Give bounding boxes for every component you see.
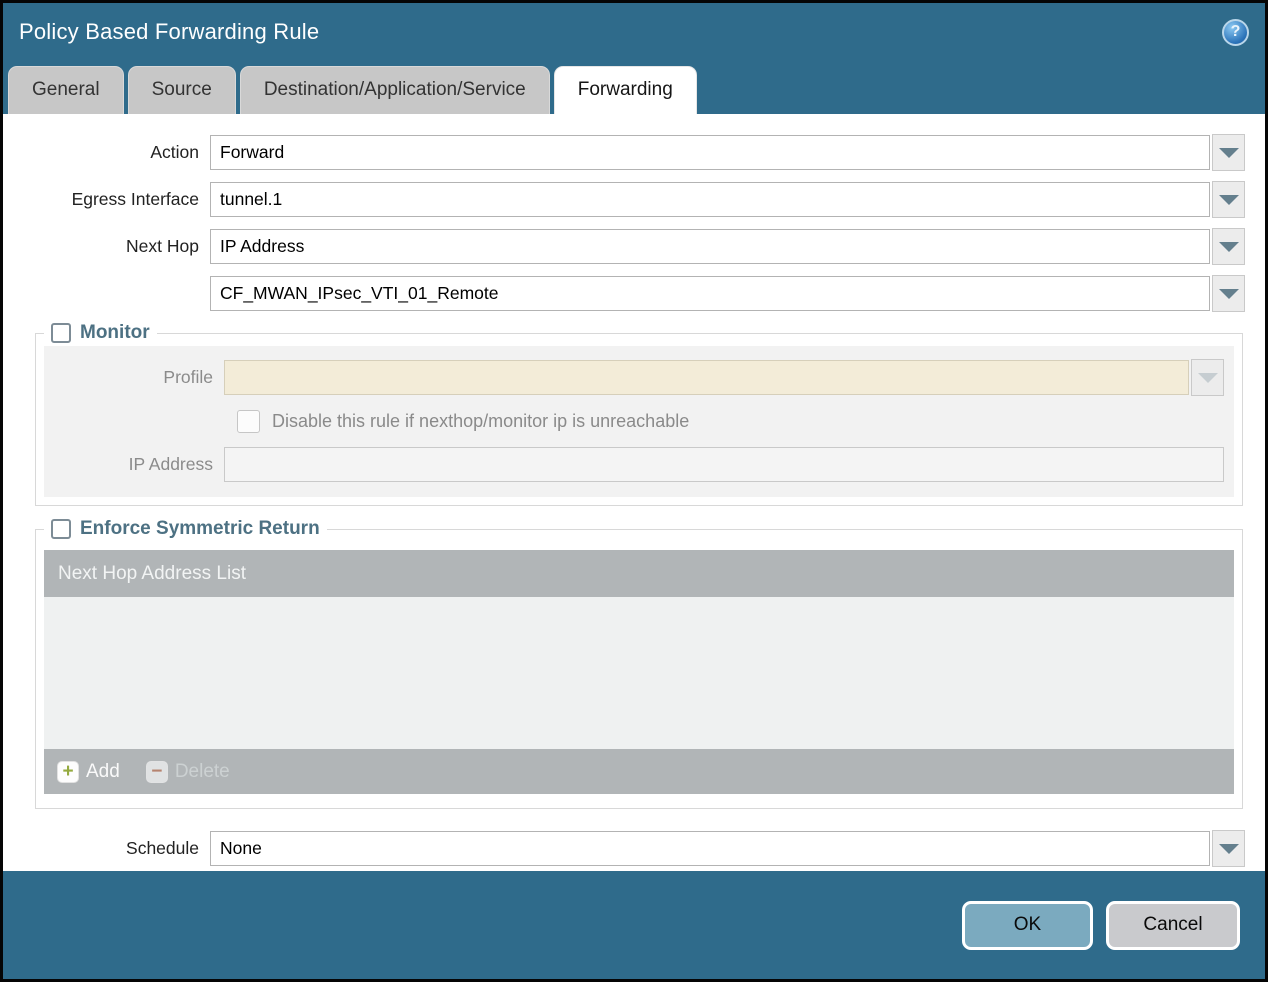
cancel-button[interactable]: Cancel xyxy=(1106,900,1240,950)
ok-button[interactable]: OK xyxy=(962,900,1093,950)
schedule-label: Schedule xyxy=(126,838,199,858)
monitor-profile-select xyxy=(224,360,1189,395)
next-hop-address-fieldwrap xyxy=(210,275,1245,312)
next-hop-address-list-toolbar: + Add − Delete xyxy=(44,749,1234,794)
tab-forwarding[interactable]: Forwarding xyxy=(553,66,697,114)
enforce-symmetric-return-legend: Enforce Symmetric Return xyxy=(44,518,327,540)
next-hop-address-list-table: Next Hop Address List + Add − Delete xyxy=(44,550,1234,794)
tab-general[interactable]: General xyxy=(8,66,124,114)
tab-source[interactable]: Source xyxy=(127,66,236,114)
chevron-down-icon xyxy=(1218,194,1239,205)
monitor-checkbox[interactable] xyxy=(51,323,71,343)
next-hop-address-row xyxy=(20,275,1245,312)
schedule-dropdown-button[interactable] xyxy=(1212,830,1245,867)
monitor-profile-row: Profile xyxy=(44,359,1224,396)
action-select[interactable] xyxy=(210,135,1210,170)
delete-button: − Delete xyxy=(145,760,230,783)
help-icon[interactable]: ? xyxy=(1222,18,1249,46)
schedule-row: Schedule xyxy=(20,830,1245,867)
egress-interface-fieldwrap xyxy=(210,181,1245,218)
pbf-rule-dialog: Policy Based Forwarding Rule ? General S… xyxy=(3,3,1265,979)
tab-destination-application-service[interactable]: Destination/Application/Service xyxy=(239,66,550,114)
action-label: Action xyxy=(150,142,199,162)
monitor-disable-rule-row: Disable this rule if nexthop/monitor ip … xyxy=(237,410,1224,433)
disable-rule-checkbox xyxy=(237,410,260,433)
monitor-ip-address-input xyxy=(224,447,1224,482)
egress-interface-select[interactable] xyxy=(210,182,1210,217)
monitor-title: Monitor xyxy=(80,322,150,343)
action-dropdown-button[interactable] xyxy=(1212,134,1245,171)
schedule-fieldwrap xyxy=(210,830,1245,867)
chevron-down-icon xyxy=(1218,843,1239,854)
egress-interface-label: Egress Interface xyxy=(71,189,199,209)
monitor-ip-address-row: IP Address xyxy=(44,447,1224,482)
tab-bar: General Source Destination/Application/S… xyxy=(3,61,1265,114)
next-hop-address-list-body[interactable] xyxy=(44,597,1234,749)
add-button[interactable]: + Add xyxy=(57,760,120,783)
next-hop-address-dropdown-button[interactable] xyxy=(1212,275,1245,312)
monitor-section: Monitor Profile Disable this rule if nex… xyxy=(35,322,1243,506)
chevron-down-icon xyxy=(1218,241,1239,252)
dialog-titlebar: Policy Based Forwarding Rule ? xyxy=(3,3,1265,61)
delete-button-label: Delete xyxy=(174,760,230,782)
action-row: Action xyxy=(20,134,1245,171)
monitor-profile-label: Profile xyxy=(163,367,213,387)
monitor-body: Profile Disable this rule if nexthop/mon… xyxy=(44,346,1234,497)
chevron-down-icon xyxy=(1218,288,1239,299)
add-button-label: Add xyxy=(86,760,120,782)
monitor-profile-fieldwrap xyxy=(224,359,1224,396)
monitor-ip-address-label: IP Address xyxy=(128,454,213,474)
plus-icon: + xyxy=(57,760,79,783)
next-hop-address-input[interactable] xyxy=(210,276,1210,311)
schedule-select[interactable] xyxy=(210,831,1210,866)
next-hop-dropdown-button[interactable] xyxy=(1212,228,1245,265)
minus-icon: − xyxy=(145,760,168,783)
dialog-title: Policy Based Forwarding Rule xyxy=(19,19,320,44)
egress-interface-row: Egress Interface xyxy=(20,181,1245,218)
next-hop-label: Next Hop xyxy=(126,236,199,256)
monitor-profile-dropdown-button xyxy=(1191,359,1224,396)
next-hop-type-select[interactable] xyxy=(210,229,1210,264)
chevron-down-icon xyxy=(1197,372,1218,383)
action-fieldwrap xyxy=(210,134,1245,171)
dialog-footer: OK Cancel xyxy=(3,871,1265,979)
enforce-symmetric-return-checkbox[interactable] xyxy=(51,519,71,539)
enforce-symmetric-return-section: Enforce Symmetric Return Next Hop Addres… xyxy=(35,518,1243,809)
next-hop-fieldwrap xyxy=(210,228,1245,265)
monitor-ip-address-fieldwrap xyxy=(224,447,1224,482)
next-hop-row: Next Hop xyxy=(20,228,1245,265)
disable-rule-label: Disable this rule if nexthop/monitor ip … xyxy=(272,411,690,431)
chevron-down-icon xyxy=(1218,147,1239,158)
enforce-symmetric-return-title: Enforce Symmetric Return xyxy=(80,518,320,539)
screen-frame: Policy Based Forwarding Rule ? General S… xyxy=(0,0,1268,982)
tab-content-forwarding: Action Egress Interface xyxy=(3,114,1265,871)
egress-interface-dropdown-button[interactable] xyxy=(1212,181,1245,218)
next-hop-address-list-header: Next Hop Address List xyxy=(44,550,1234,597)
monitor-legend: Monitor xyxy=(44,322,157,344)
